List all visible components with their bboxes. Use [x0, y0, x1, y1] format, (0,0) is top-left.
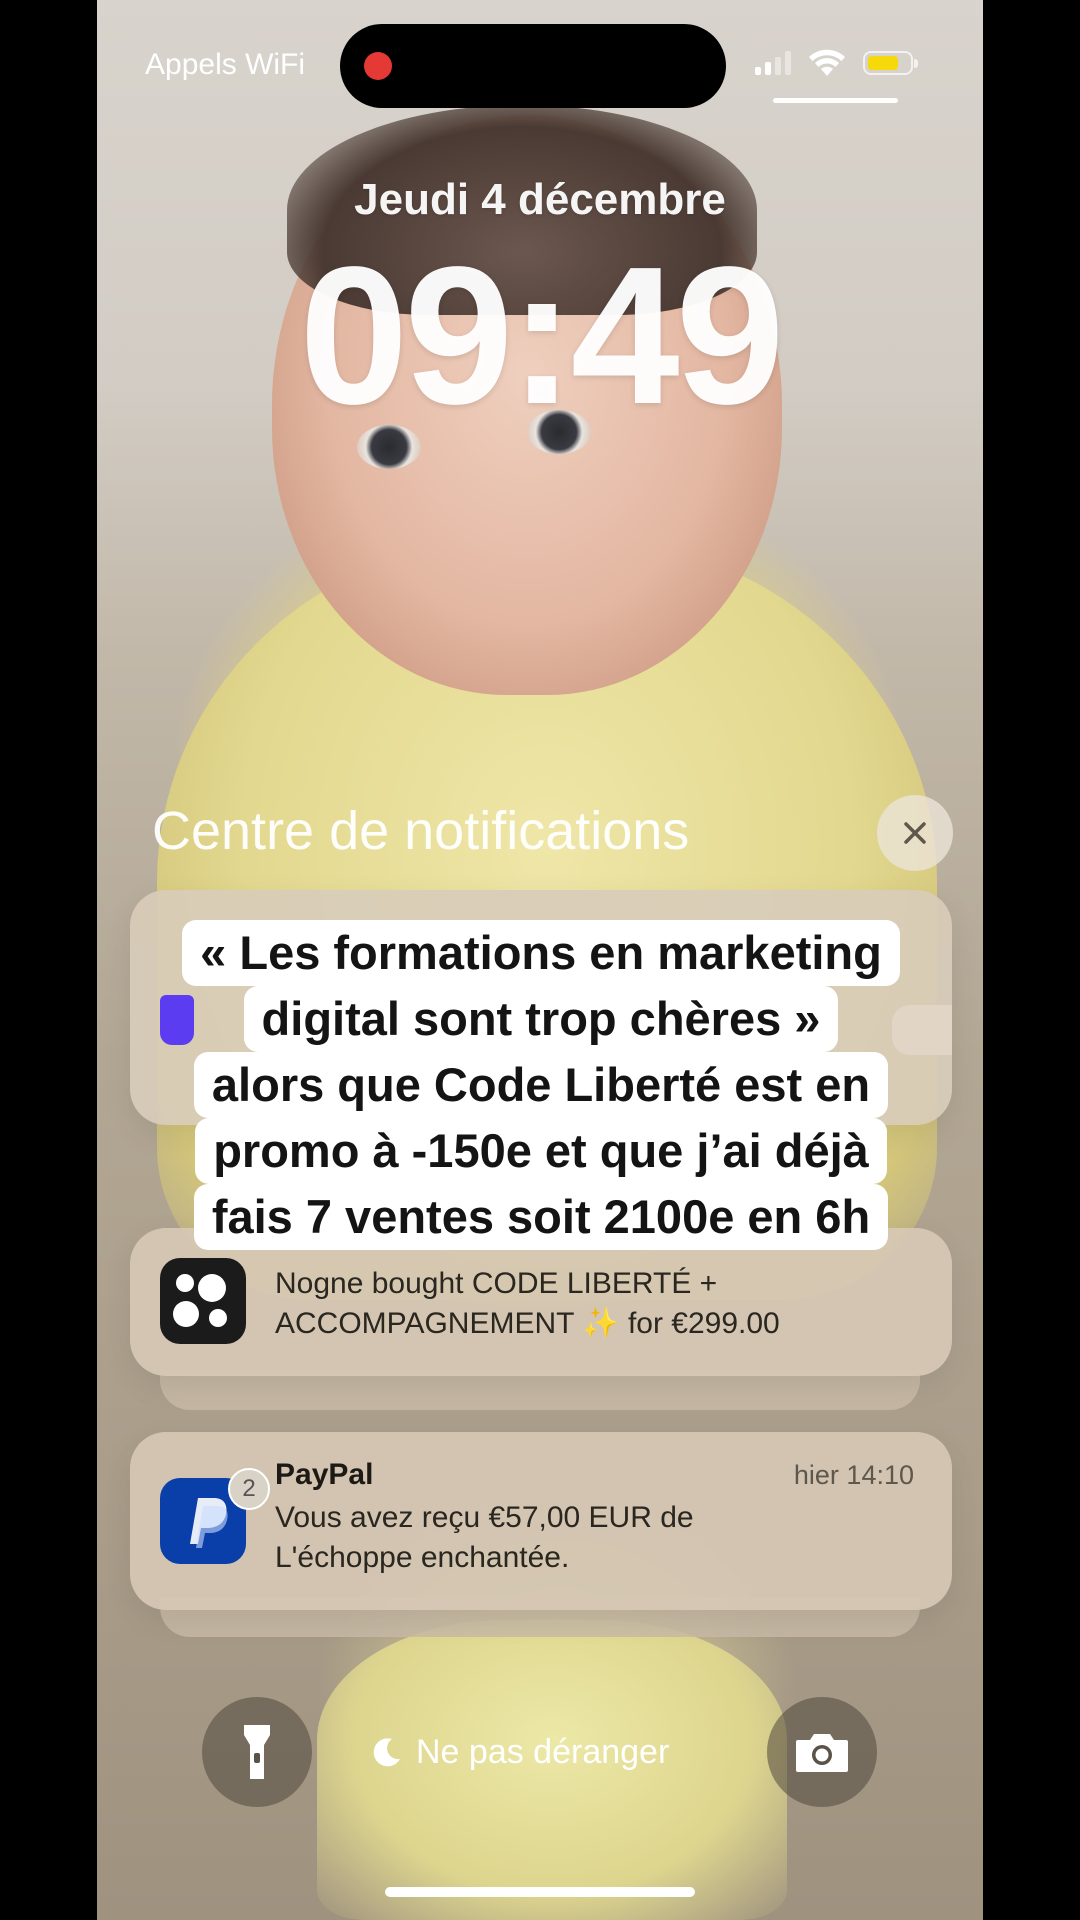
battery-icon [863, 51, 918, 75]
caption-line: digital sont trop chères » [243, 986, 839, 1052]
notification-stack-edge [160, 1370, 920, 1410]
order-app-icon [160, 1258, 246, 1344]
cellular-signal-icon [755, 51, 791, 75]
dynamic-island[interactable] [340, 24, 726, 108]
lock-screen-clock: 09:49 [299, 226, 784, 445]
caption-line: fais 7 ventes soit 2100e en 6h [193, 1184, 889, 1250]
recording-indicator-icon [364, 52, 392, 80]
notification-card-paypal[interactable]: 2 PayPal hier 14:10 Vous avez reçu €57,0… [130, 1432, 952, 1610]
caption-line: promo à -150e et que j’ai déjà [195, 1118, 887, 1184]
moon-icon [373, 1738, 400, 1767]
clear-notifications-button[interactable] [877, 795, 953, 871]
notification-center-title: Centre de notifications [152, 801, 690, 861]
phone-frame: Appels WiFi Jeudi 4 décembre 09:49 Centr… [0, 0, 1080, 1920]
battery-level [868, 56, 898, 70]
notification-card-order[interactable]: Nogne bought CODE LIBERTÉ + ACCOMPAGNEME… [130, 1228, 952, 1376]
flashlight-button[interactable] [202, 1697, 312, 1807]
lock-screen-date: Jeudi 4 décembre [354, 175, 726, 224]
focus-mode-label: Ne pas déranger [416, 1732, 670, 1771]
home-indicator[interactable] [385, 1887, 695, 1897]
order-notification-text-line2: ACCOMPAGNEMENT ✨ for €299.00 [275, 1307, 780, 1340]
close-icon [904, 822, 926, 844]
camera-button[interactable] [767, 1697, 877, 1807]
video-caption-overlay: « Les formations en marketing digital so… [130, 920, 952, 1250]
carrier-label: Appels WiFi [145, 48, 306, 81]
paypal-notification-text-line1: Vous avez reçu €57,00 EUR de [275, 1501, 694, 1534]
camera-icon [796, 1734, 848, 1772]
wifi-icon [809, 49, 845, 76]
focus-mode-indicator[interactable]: Ne pas déranger [370, 1726, 669, 1778]
notification-timestamp: hier 14:10 [793, 1460, 914, 1490]
status-icons [755, 48, 918, 78]
flashlight-icon [244, 1725, 270, 1779]
status-bar-underline [773, 98, 898, 103]
notification-count-badge: 2 [228, 1468, 270, 1510]
caption-line: alors que Code Liberté est en [193, 1052, 889, 1118]
order-notification-text-line1: Nogne bought CODE LIBERTÉ + [275, 1267, 718, 1300]
notification-app-name: PayPal [275, 1458, 374, 1491]
paypal-notification-text-line2: L'échoppe enchantée. [275, 1541, 570, 1574]
caption-line: « Les formations en marketing [182, 920, 900, 986]
